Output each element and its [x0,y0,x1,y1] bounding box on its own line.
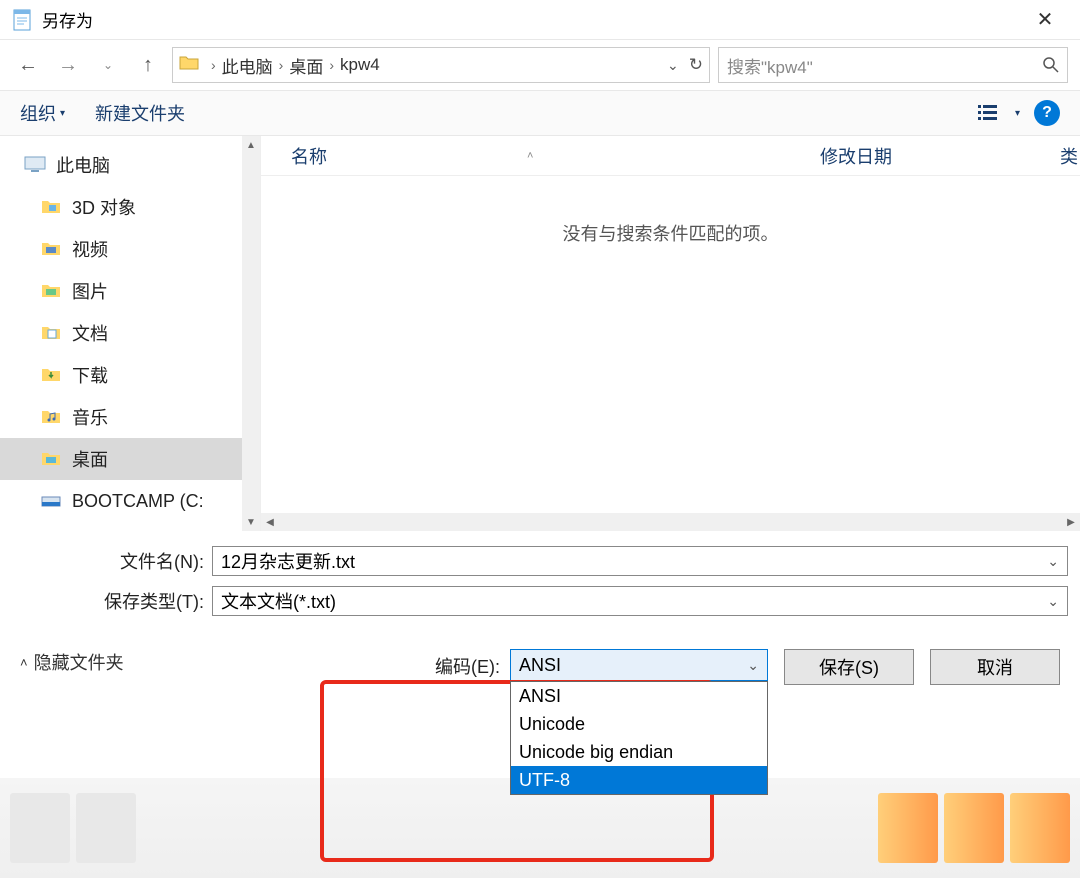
save-button[interactable]: 保存(S) [784,649,914,685]
encoding-option-ansi[interactable]: ANSI [511,682,767,710]
scroll-up-icon[interactable]: ▲ [246,136,256,154]
cancel-button[interactable]: 取消 [930,649,1060,685]
breadcrumb-desktop[interactable]: 桌面 [289,53,323,78]
dialog-footer: ˄ 隐藏文件夹 编码(E): ANSI ⌄ ANSI Unicode Unico… [0,621,1080,685]
chevron-up-icon: ˄ [20,655,28,670]
folder-icon [40,448,62,470]
main-area: 此电脑 3D 对象 视频 图片 文档 下载 音乐 桌面 [0,136,1080,531]
encoding-dropdown: ANSI Unicode Unicode big endian UTF-8 [510,681,768,795]
navigation-row: ← → ⌄ ↑ › 此电脑 › 桌面 › kpw4 ⌄ ↻ 搜索"kpw4" [0,40,1080,90]
refresh-button[interactable]: ↻ [689,55,703,75]
save-form: 文件名(N): 12月杂志更新.txt ⌄ 保存类型(T): 文本文档(*.tx… [0,531,1080,621]
sidebar-item-downloads[interactable]: 下载 [0,354,260,396]
window-title: 另存为 [42,7,1022,32]
file-header: 名称 ˄ 修改日期 类 [261,136,1080,176]
sidebar-item-pictures[interactable]: 图片 [0,270,260,312]
encoding-select[interactable]: ANSI ⌄ [510,649,768,681]
encoding-option-unicode-be[interactable]: Unicode big endian [511,738,767,766]
filetype-label: 保存类型(T): [12,588,212,614]
sidebar-item-bootcamp[interactable]: BOOTCAMP (C: [0,480,260,522]
sort-indicator-icon: ˄ [527,150,533,162]
sidebar-item-videos[interactable]: 视频 [0,228,260,270]
encoding-label: 编码(E): [435,653,500,679]
drive-icon [40,490,62,512]
toolbar: 组织 ▾ 新建文件夹 ▾ ? [0,90,1080,136]
breadcrumb-folder[interactable]: kpw4 [340,55,380,75]
breadcrumb-pc[interactable]: 此电脑 [222,53,273,78]
view-options-button[interactable] [977,101,1001,125]
file-pane: 名称 ˄ 修改日期 类 没有与搜索条件匹配的项。 ◀ ▶ [260,136,1080,531]
folder-icon [40,364,62,386]
encoding-option-unicode[interactable]: Unicode [511,710,767,738]
scroll-down-icon[interactable]: ▼ [246,513,256,531]
close-button[interactable]: ✕ [1022,4,1068,36]
sidebar-item-3d-objects[interactable]: 3D 对象 [0,186,260,228]
chevron-right-icon: › [329,57,334,73]
column-type[interactable]: 类 [1060,143,1080,169]
hide-folders-toggle[interactable]: ˄ 隐藏文件夹 [20,649,124,675]
help-button[interactable]: ? [1034,100,1060,126]
dropdown-arrow-icon[interactable]: ▾ [1015,108,1020,119]
search-icon[interactable] [1043,57,1059,73]
filename-input[interactable]: 12月杂志更新.txt ⌄ [212,546,1068,576]
column-name[interactable]: 名称 [291,143,327,169]
search-input[interactable]: 搜索"kpw4" [718,47,1068,83]
encoding-option-utf8[interactable]: UTF-8 [511,766,767,794]
sidebar-item-desktop[interactable]: 桌面 [0,438,260,480]
chevron-down-icon[interactable]: ⌄ [1047,593,1059,610]
folder-icon [40,406,62,428]
folder-icon [40,280,62,302]
folder-icon [40,322,62,344]
address-bar[interactable]: › 此电脑 › 桌面 › kpw4 ⌄ ↻ [172,47,710,83]
filename-label: 文件名(N): [12,548,212,574]
chevron-right-icon: › [211,57,216,73]
pc-icon [24,154,46,176]
sidebar: 此电脑 3D 对象 视频 图片 文档 下载 音乐 桌面 [0,136,260,531]
forward-button[interactable]: → [52,49,84,81]
column-date[interactable]: 修改日期 [820,143,1060,169]
chevron-right-icon: › [279,57,284,73]
dropdown-arrow-icon: ▾ [60,108,65,119]
chevron-down-icon[interactable]: ⌄ [747,657,759,674]
sidebar-item-music[interactable]: 音乐 [0,396,260,438]
empty-message: 没有与搜索条件匹配的项。 [261,176,1080,513]
notepad-icon [12,8,32,32]
sidebar-scrollbar[interactable]: ▲ ▼ [242,136,260,531]
back-button[interactable]: ← [12,49,44,81]
chevron-down-icon[interactable]: ⌄ [667,57,679,74]
new-folder-button[interactable]: 新建文件夹 [95,100,185,126]
history-dropdown[interactable]: ⌄ [92,49,124,81]
filetype-select[interactable]: 文本文档(*.txt) ⌄ [212,586,1068,616]
horizontal-scrollbar[interactable]: ◀ ▶ [261,513,1080,531]
folder-icon [40,238,62,260]
up-button[interactable]: ↑ [132,49,164,81]
scroll-right-icon[interactable]: ▶ [1062,517,1080,528]
sidebar-item-this-pc[interactable]: 此电脑 [0,144,260,186]
organize-menu[interactable]: 组织 ▾ [20,100,65,126]
folder-icon [40,196,62,218]
search-placeholder: 搜索"kpw4" [727,53,813,78]
title-bar: 另存为 ✕ [0,0,1080,40]
folder-icon [179,55,199,75]
chevron-down-icon[interactable]: ⌄ [1047,553,1059,570]
scroll-left-icon[interactable]: ◀ [261,517,279,528]
sidebar-item-documents[interactable]: 文档 [0,312,260,354]
